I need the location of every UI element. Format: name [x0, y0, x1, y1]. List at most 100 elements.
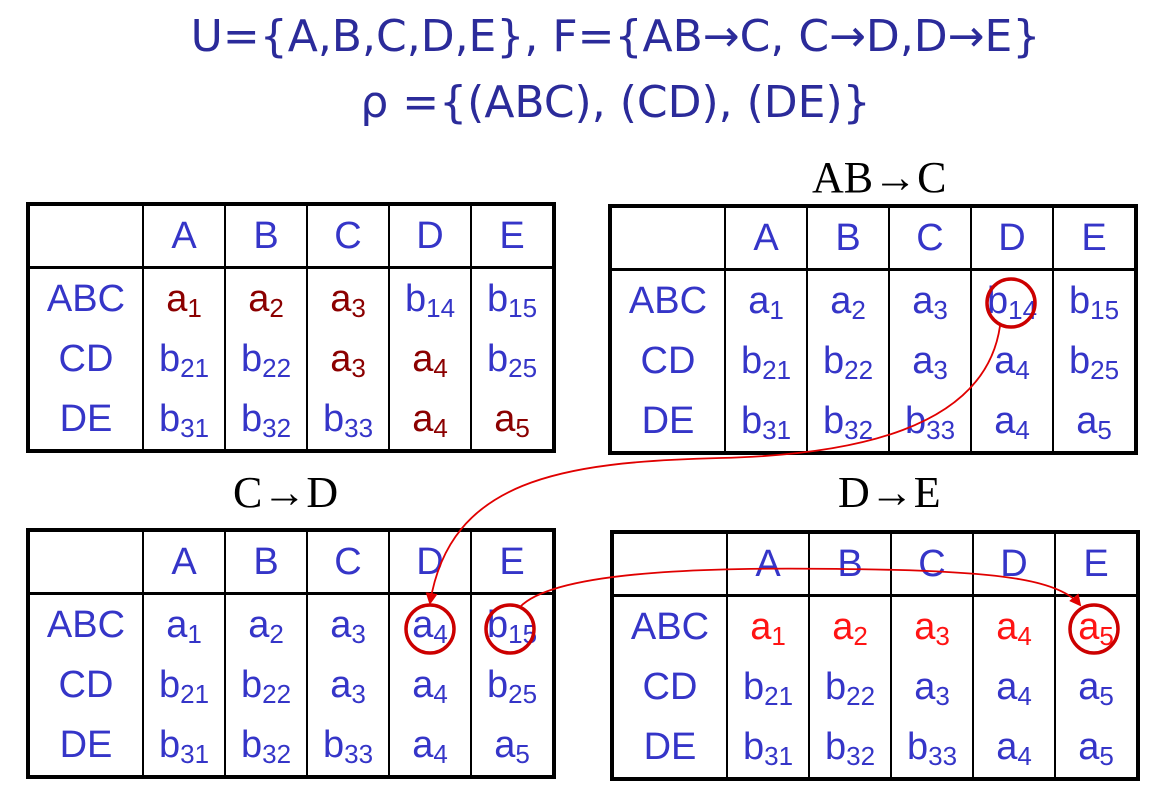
row-label-cd: CD: [58, 338, 114, 380]
cell-subscript: 31: [764, 741, 794, 771]
cell-symbol: b: [322, 724, 345, 766]
row-label-cd: CD: [642, 666, 698, 708]
tableau-cell: b32: [808, 717, 891, 779]
cell-symbol: a: [1078, 666, 1100, 708]
tableau-cell: b21: [724, 331, 807, 391]
cell-symbol: a: [912, 280, 934, 322]
cell-symbol: b: [824, 666, 847, 708]
cell-subscript: 4: [1017, 621, 1032, 651]
cell-symbol: a: [494, 724, 516, 766]
cell-subscript: 14: [1008, 295, 1038, 325]
cell-subscript: 5: [1099, 681, 1114, 711]
tableau-cell: a4: [972, 717, 1055, 779]
cell-symbol: a: [330, 338, 352, 380]
heading-universe-and-dependencies: U={A,B,C,D,E}, F={AB→C, C→D,D→E}: [190, 11, 1041, 62]
column-header-c: C: [306, 530, 389, 595]
cell-subscript: 1: [187, 619, 202, 649]
tableau-cell: b15: [470, 267, 554, 329]
cell-symbol: b: [824, 726, 847, 768]
cell-symbol: a: [412, 338, 434, 380]
cell-symbol: b: [740, 400, 763, 442]
cell-symbol: b: [158, 664, 181, 706]
tableau-cell: b31: [142, 389, 225, 451]
cell-symbol: a: [248, 278, 270, 320]
cell-symbol: a: [912, 340, 934, 382]
cell-symbol: b: [904, 400, 927, 442]
tableau-cell: b25: [470, 329, 554, 389]
cell-subscript: 25: [1090, 355, 1120, 385]
tableau-after-c-d: A B C D E ABC a1 a2 a3 a4 b15 CD b21 b22 a3 a4 b25 DE b31 b…: [26, 528, 556, 779]
tableau-cell: b15: [1052, 269, 1136, 331]
tableau-cell: b31: [142, 715, 225, 777]
cell-subscript: 15: [508, 293, 538, 323]
column-header-c: C: [888, 206, 971, 271]
cell-symbol: b: [1068, 280, 1091, 322]
tableau-cell: b22: [806, 331, 889, 391]
tableau-cell: a5: [1054, 595, 1138, 657]
tableau-cell: b21: [142, 329, 225, 389]
table-header-row: ABCDE: [28, 204, 554, 269]
tableau-after-ab-c: A B C D E ABC a1 a2 a3 b14 b15 CD b21 b22 a3 a4 b25 DE b31…: [608, 204, 1138, 455]
cell-subscript: 3: [933, 295, 948, 325]
cell-symbol: a: [248, 604, 270, 646]
cell-subscript: 31: [180, 739, 210, 769]
tableau-cell: a4: [972, 595, 1055, 657]
column-header-a: A: [142, 204, 225, 269]
cell-symbol: a: [996, 666, 1018, 708]
tableau-cell: a2: [808, 595, 891, 657]
tableau-cell: b33: [306, 715, 389, 777]
tableau-cell: b31: [724, 391, 807, 453]
cell-symbol: b: [740, 340, 763, 382]
row-label-cd: CD: [58, 664, 114, 706]
table-row: ABC a1 a2 a3 b14 b15: [610, 269, 1136, 331]
cell-subscript: 32: [846, 741, 876, 771]
cell-subscript: 25: [508, 679, 538, 709]
column-header-e: E: [470, 204, 554, 269]
table-row: DE b31 b32 b33 a4 a5: [28, 715, 554, 777]
table-row: CD b21 b22 a3 a4 a5: [612, 657, 1138, 717]
cell-symbol: b: [158, 398, 181, 440]
tableau-cell: b33: [890, 717, 973, 779]
cell-subscript: 1: [187, 293, 202, 323]
tableau-cell: a4: [388, 389, 471, 451]
cell-subscript: 22: [846, 681, 876, 711]
tableau-cell: a1: [724, 269, 807, 331]
column-header-d: D: [972, 532, 1055, 597]
cell-symbol: b: [158, 724, 181, 766]
row-label-de: DE: [59, 398, 113, 440]
column-header-a: A: [726, 532, 809, 597]
tableau-cell: a2: [224, 593, 307, 655]
cell-symbol: a: [748, 280, 770, 322]
cell-subscript: 33: [344, 739, 374, 769]
cell-symbol: a: [1076, 400, 1098, 442]
table-row: CD b21 b22 a3 a4 b25: [610, 331, 1136, 391]
cell-subscript: 2: [269, 619, 284, 649]
cell-symbol: a: [412, 664, 434, 706]
tableau-cell: a5: [470, 715, 554, 777]
table-row: CD b21 b22 a3 a4 b25: [28, 329, 554, 389]
tableau-cell: a2: [806, 269, 889, 331]
cell-subscript: 22: [262, 679, 292, 709]
cell-subscript: 15: [508, 619, 538, 649]
column-header-d: D: [388, 204, 471, 269]
cell-subscript: 5: [1097, 415, 1112, 445]
cell-symbol: a: [830, 280, 852, 322]
tableau-cell: b21: [726, 657, 809, 717]
cell-subscript: 3: [351, 619, 366, 649]
tableau-cell: a3: [890, 595, 973, 657]
table-row: ABC a1 a2 a3 a4 a5: [612, 595, 1138, 657]
table-corner-cell: [610, 206, 725, 271]
cell-subscript: 2: [851, 295, 866, 325]
tableau-cell: a4: [970, 391, 1053, 453]
tableau-cell: a3: [306, 267, 389, 329]
row-label-cd: CD: [640, 340, 696, 382]
table-title-ab-c: AB→C: [812, 153, 947, 202]
tableau-cell: b33: [888, 391, 971, 453]
cell-subscript: 1: [771, 621, 786, 651]
tableau-cell: b31: [726, 717, 809, 779]
table-row: ABC a1 a2 a3 a4 b15: [28, 593, 554, 655]
row-label-de: DE: [59, 724, 113, 766]
cell-symbol: a: [330, 604, 352, 646]
cell-subscript: 21: [180, 679, 210, 709]
table-row: DE b31 b32 b33 a4 a5: [612, 717, 1138, 779]
